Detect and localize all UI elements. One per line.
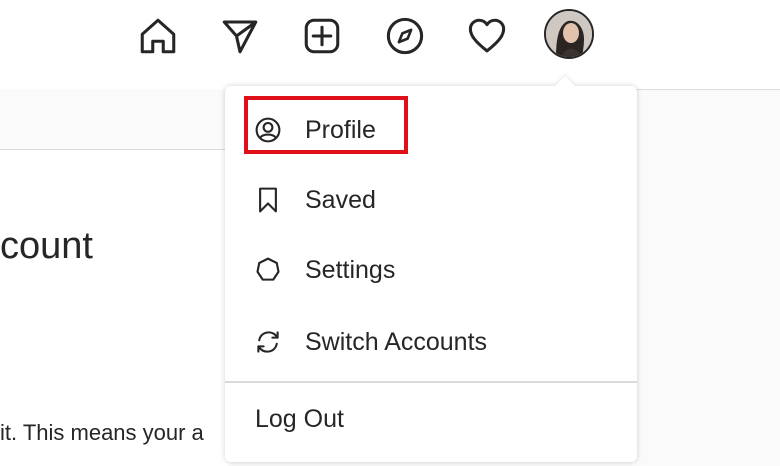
direct-message-icon[interactable] [218,14,262,58]
profile-avatar[interactable] [544,9,594,59]
page-body-text: it. This means your a [0,420,204,445]
panel-header-strip [0,89,228,150]
log-out-button[interactable]: Log Out [225,389,637,449]
switch-accounts-icon [253,327,283,357]
home-icon[interactable] [136,14,180,58]
settings-gear-icon [253,255,283,285]
explore-icon[interactable] [383,14,427,58]
menu-item-label: Profile [305,115,376,144]
menu-item-profile[interactable]: Profile [225,100,637,160]
bookmark-icon [253,185,283,215]
menu-item-label: Switch Accounts [305,327,488,356]
menu-item-settings[interactable]: Settings [225,240,637,300]
profile-dropdown-menu: Profile Saved Settings Switch Accounts L… [225,76,637,462]
profile-circle-icon [253,115,283,145]
menu-divider [225,381,637,383]
menu-item-label: Saved [305,185,376,214]
menu-item-saved[interactable]: Saved [225,170,637,230]
top-nav [0,0,780,88]
menu-item-label: Settings [305,255,396,284]
new-post-icon[interactable] [300,14,344,58]
log-out-label: Log Out [255,405,344,433]
page-heading: count [0,225,93,267]
menu-item-switch-accounts[interactable]: Switch Accounts [225,312,637,372]
activity-heart-icon[interactable] [465,14,509,58]
